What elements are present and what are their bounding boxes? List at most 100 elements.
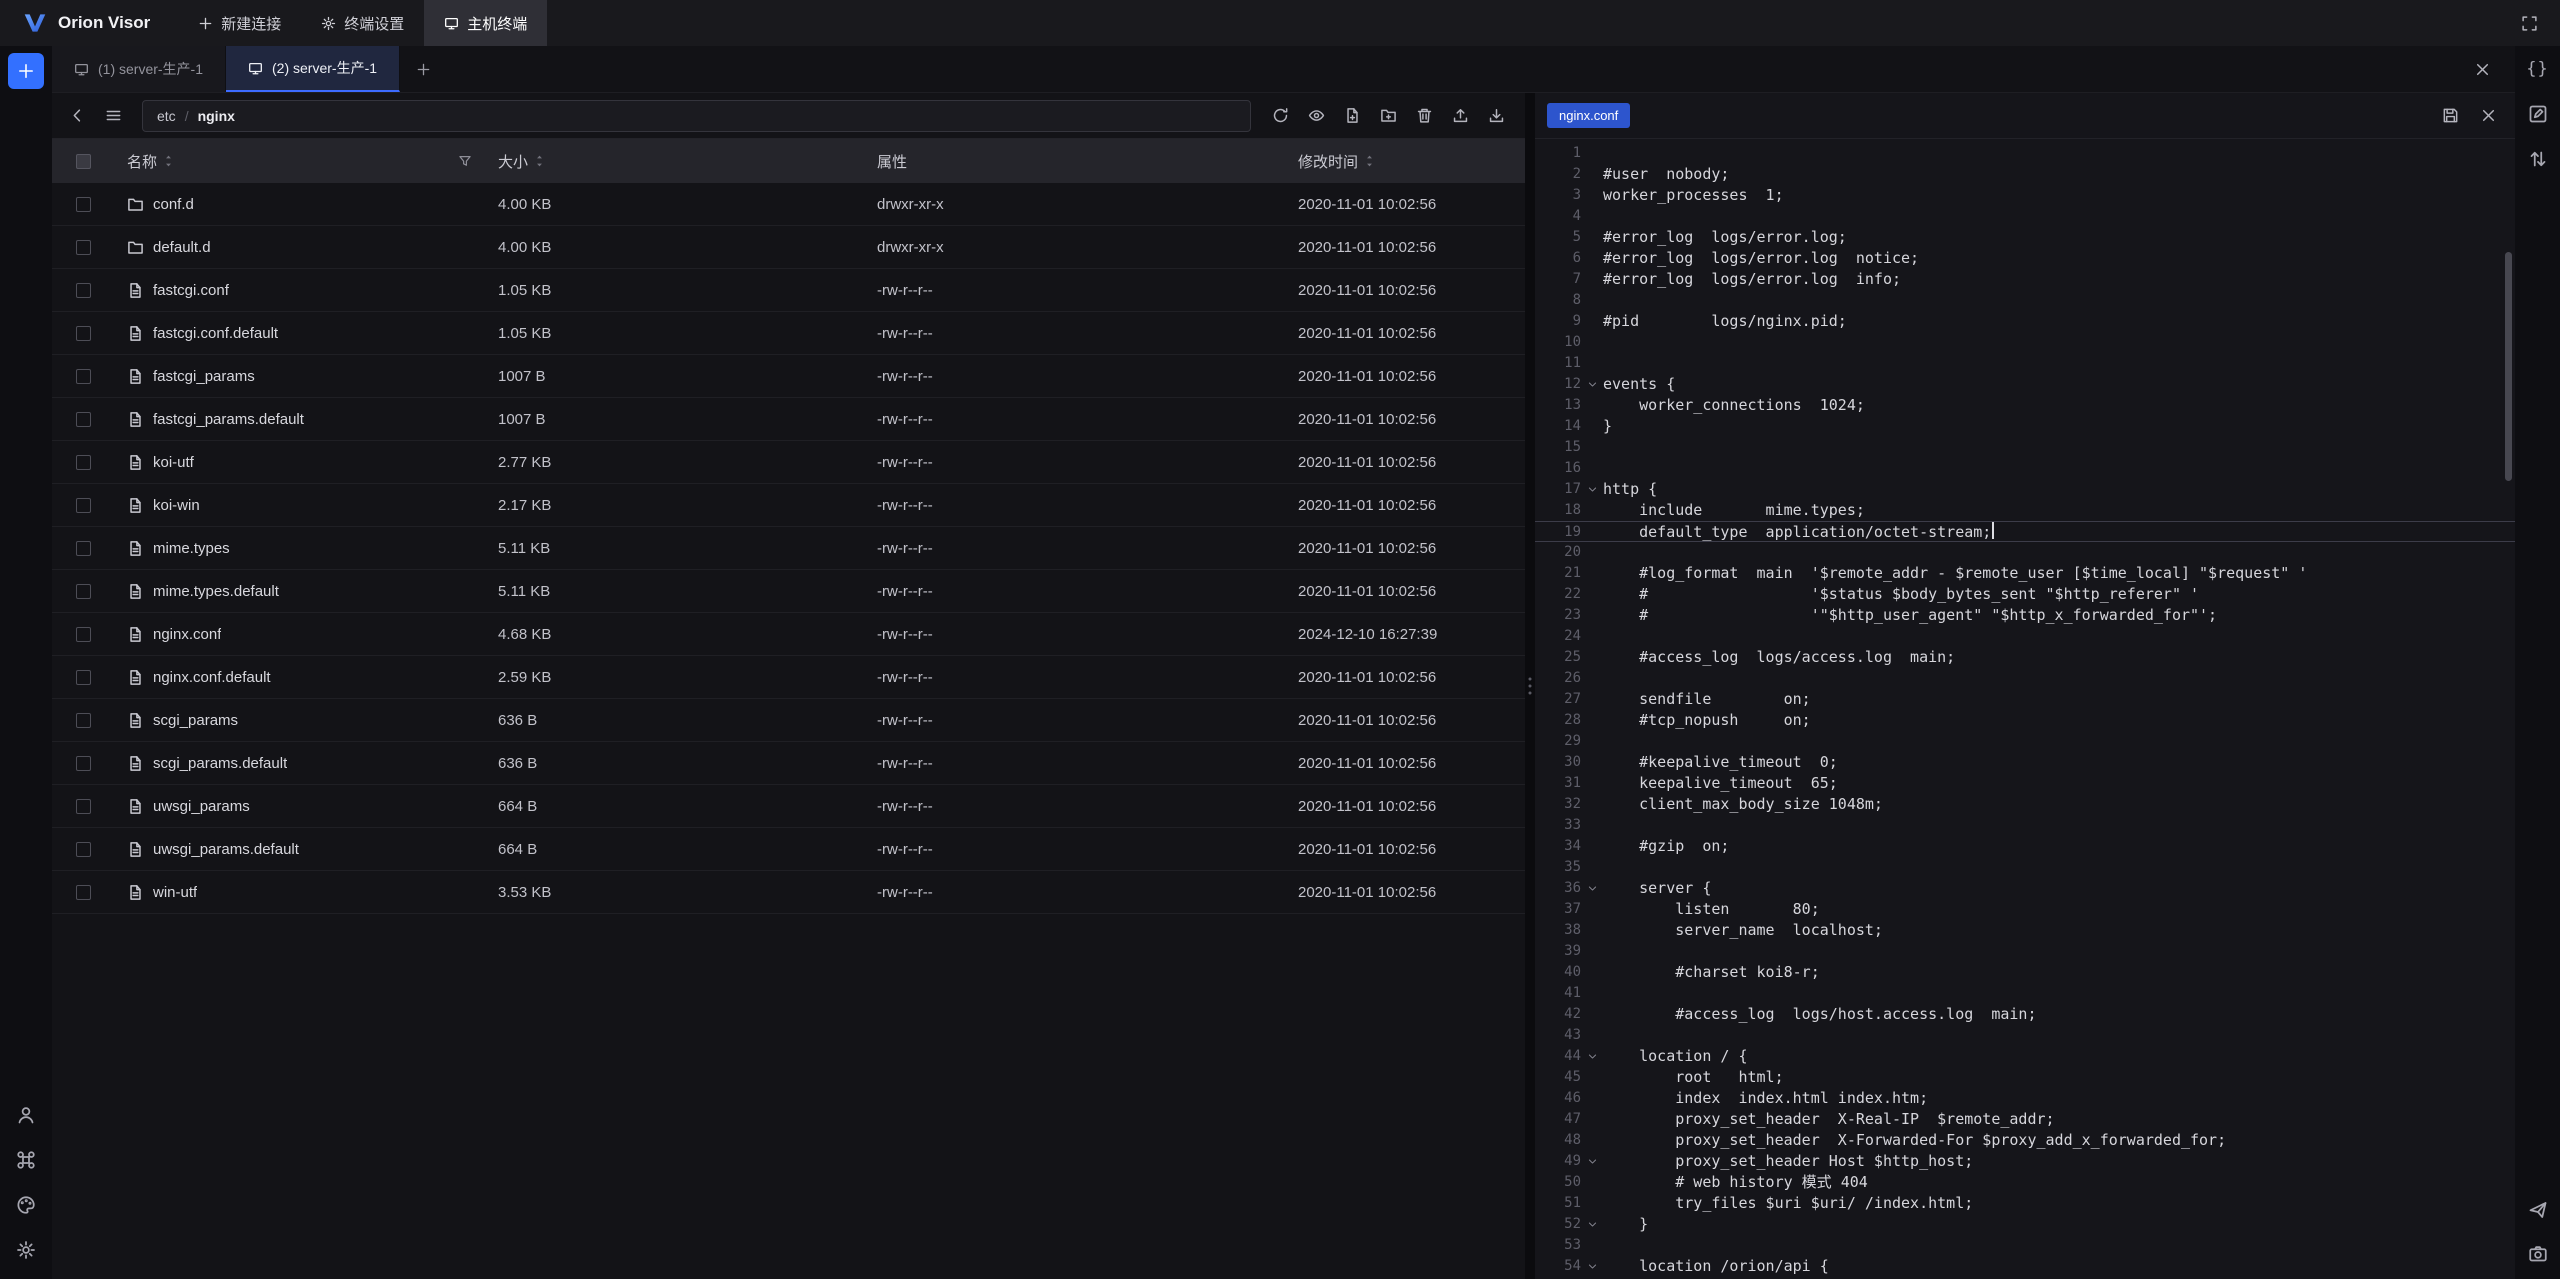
- table-row[interactable]: fastcgi.conf.default 1.05 KB -rw-r--r-- …: [52, 312, 1525, 355]
- row-checkbox[interactable]: [76, 713, 91, 728]
- user-icon[interactable]: [15, 1104, 37, 1126]
- open-file-tab[interactable]: nginx.conf: [1547, 103, 1630, 128]
- code-line[interactable]: 23 # '"$http_user_agent" "$http_x_forwar…: [1535, 605, 2515, 626]
- table-row[interactable]: koi-win 2.17 KB -rw-r--r-- 2020-11-01 10…: [52, 484, 1525, 527]
- code-line[interactable]: 47 proxy_set_header X-Real-IP $remote_ad…: [1535, 1109, 2515, 1130]
- new-connection-button[interactable]: [8, 53, 44, 89]
- code-line[interactable]: 51 try_files $uri $uri/ /index.html;: [1535, 1193, 2515, 1214]
- screenshot-icon[interactable]: [2527, 1243, 2549, 1265]
- row-checkbox[interactable]: [76, 670, 91, 685]
- menu-terminal-settings[interactable]: 终端设置: [301, 0, 424, 46]
- edit-panel-icon[interactable]: [2527, 103, 2549, 125]
- select-all-checkbox[interactable]: [76, 154, 91, 169]
- code-line[interactable]: 17http {: [1535, 479, 2515, 500]
- menu-new-connection[interactable]: 新建连接: [178, 0, 301, 46]
- row-checkbox[interactable]: [76, 842, 91, 857]
- code-line[interactable]: 6#error_log logs/error.log notice;: [1535, 248, 2515, 269]
- save-icon[interactable]: [2435, 101, 2465, 131]
- row-checkbox[interactable]: [76, 326, 91, 341]
- upload-icon[interactable]: [1445, 101, 1475, 131]
- code-line[interactable]: 9#pid logs/nginx.pid;: [1535, 311, 2515, 332]
- code-line[interactable]: 16: [1535, 458, 2515, 479]
- code-line[interactable]: 48 proxy_set_header X-Forwarded-For $pro…: [1535, 1130, 2515, 1151]
- table-row[interactable]: uwsgi_params.default 664 B -rw-r--r-- 20…: [52, 828, 1525, 871]
- path-breadcrumb[interactable]: etc / nginx: [142, 100, 1251, 132]
- fold-icon[interactable]: [1581, 374, 1603, 395]
- table-row[interactable]: scgi_params.default 636 B -rw-r--r-- 202…: [52, 742, 1525, 785]
- row-checkbox[interactable]: [76, 498, 91, 513]
- code-line[interactable]: 35: [1535, 857, 2515, 878]
- row-checkbox[interactable]: [76, 412, 91, 427]
- table-row[interactable]: fastcgi_params 1007 B -rw-r--r-- 2020-11…: [52, 355, 1525, 398]
- code-line[interactable]: 20: [1535, 542, 2515, 563]
- code-line[interactable]: 39: [1535, 941, 2515, 962]
- code-line[interactable]: 27 sendfile on;: [1535, 689, 2515, 710]
- code-line[interactable]: 4: [1535, 206, 2515, 227]
- row-checkbox[interactable]: [76, 455, 91, 470]
- code-line[interactable]: 37 listen 80;: [1535, 899, 2515, 920]
- code-line[interactable]: 25 #access_log logs/access.log main;: [1535, 647, 2515, 668]
- fullscreen-icon[interactable]: [2514, 8, 2544, 38]
- code-line[interactable]: 8: [1535, 290, 2515, 311]
- row-checkbox[interactable]: [76, 283, 91, 298]
- table-row[interactable]: conf.d 4.00 KB drwxr-xr-x 2020-11-01 10:…: [52, 183, 1525, 226]
- command-palette-icon[interactable]: [15, 1149, 37, 1171]
- close-editor-icon[interactable]: [2473, 101, 2503, 131]
- code-line[interactable]: 7#error_log logs/error.log info;: [1535, 269, 2515, 290]
- sort-icon[interactable]: [1365, 154, 1374, 168]
- code-line[interactable]: 14}: [1535, 416, 2515, 437]
- code-line[interactable]: 34 #gzip on;: [1535, 836, 2515, 857]
- refresh-icon[interactable]: [1265, 101, 1295, 131]
- column-name-sorter[interactable]: 名称: [127, 151, 173, 172]
- code-line[interactable]: 44 location / {: [1535, 1046, 2515, 1067]
- column-attr[interactable]: 属性: [877, 151, 1298, 172]
- table-row[interactable]: fastcgi.conf 1.05 KB -rw-r--r-- 2020-11-…: [52, 269, 1525, 312]
- row-checkbox[interactable]: [76, 369, 91, 384]
- send-icon[interactable]: [2527, 1199, 2549, 1221]
- fold-icon[interactable]: [1581, 1256, 1603, 1277]
- code-line[interactable]: 29: [1535, 731, 2515, 752]
- list-view-icon[interactable]: [98, 101, 128, 131]
- column-size[interactable]: 大小: [498, 151, 877, 172]
- code-line[interactable]: 2#user nobody;: [1535, 164, 2515, 185]
- code-line[interactable]: 38 server_name localhost;: [1535, 920, 2515, 941]
- tab-server-2[interactable]: (2) server-生产-1: [226, 46, 400, 92]
- table-row[interactable]: mime.types.default 5.11 KB -rw-r--r-- 20…: [52, 570, 1525, 613]
- code-line[interactable]: 41: [1535, 983, 2515, 1004]
- new-file-icon[interactable]: [1337, 101, 1367, 131]
- editor-scrollbar[interactable]: [2505, 252, 2512, 481]
- menu-host-terminal[interactable]: 主机终端: [424, 0, 547, 46]
- code-line[interactable]: 18 include mime.types;: [1535, 500, 2515, 521]
- fold-icon[interactable]: [1581, 1046, 1603, 1067]
- row-checkbox[interactable]: [76, 541, 91, 556]
- code-line[interactable]: 5#error_log logs/error.log;: [1535, 227, 2515, 248]
- code-line[interactable]: 40 #charset koi8-r;: [1535, 962, 2515, 983]
- code-line[interactable]: 43: [1535, 1025, 2515, 1046]
- code-line[interactable]: 19 default_type application/octet-stream…: [1535, 521, 2515, 542]
- code-line[interactable]: 22 # '$status $body_bytes_sent "$http_re…: [1535, 584, 2515, 605]
- close-icon[interactable]: [2467, 54, 2497, 84]
- code-line[interactable]: 50 # web history 模式 404: [1535, 1172, 2515, 1193]
- table-row[interactable]: uwsgi_params 664 B -rw-r--r-- 2020-11-01…: [52, 785, 1525, 828]
- path-segment-current[interactable]: nginx: [198, 108, 235, 124]
- code-line[interactable]: 10: [1535, 332, 2515, 353]
- code-line[interactable]: 12events {: [1535, 374, 2515, 395]
- code-line[interactable]: 24: [1535, 626, 2515, 647]
- row-checkbox[interactable]: [76, 584, 91, 599]
- fold-icon[interactable]: [1581, 1151, 1603, 1172]
- tab-server-1[interactable]: (1) server-生产-1: [52, 46, 226, 92]
- fold-icon[interactable]: [1581, 1214, 1603, 1235]
- new-tab-button[interactable]: [400, 46, 446, 92]
- row-checkbox[interactable]: [76, 627, 91, 642]
- table-row[interactable]: mime.types 5.11 KB -rw-r--r-- 2020-11-01…: [52, 527, 1525, 570]
- table-row[interactable]: nginx.conf.default 2.59 KB -rw-r--r-- 20…: [52, 656, 1525, 699]
- filter-icon[interactable]: [458, 154, 472, 168]
- code-line[interactable]: 53: [1535, 1235, 2515, 1256]
- preview-icon[interactable]: [1301, 101, 1331, 131]
- brand[interactable]: Orion Visor: [0, 0, 178, 46]
- table-row[interactable]: win-utf 3.53 KB -rw-r--r-- 2020-11-01 10…: [52, 871, 1525, 914]
- code-braces-icon[interactable]: {}: [2527, 58, 2549, 80]
- code-line[interactable]: 32 client_max_body_size 1048m;: [1535, 794, 2515, 815]
- table-row[interactable]: nginx.conf 4.68 KB -rw-r--r-- 2024-12-10…: [52, 613, 1525, 656]
- code-line[interactable]: 49 proxy_set_header Host $http_host;: [1535, 1151, 2515, 1172]
